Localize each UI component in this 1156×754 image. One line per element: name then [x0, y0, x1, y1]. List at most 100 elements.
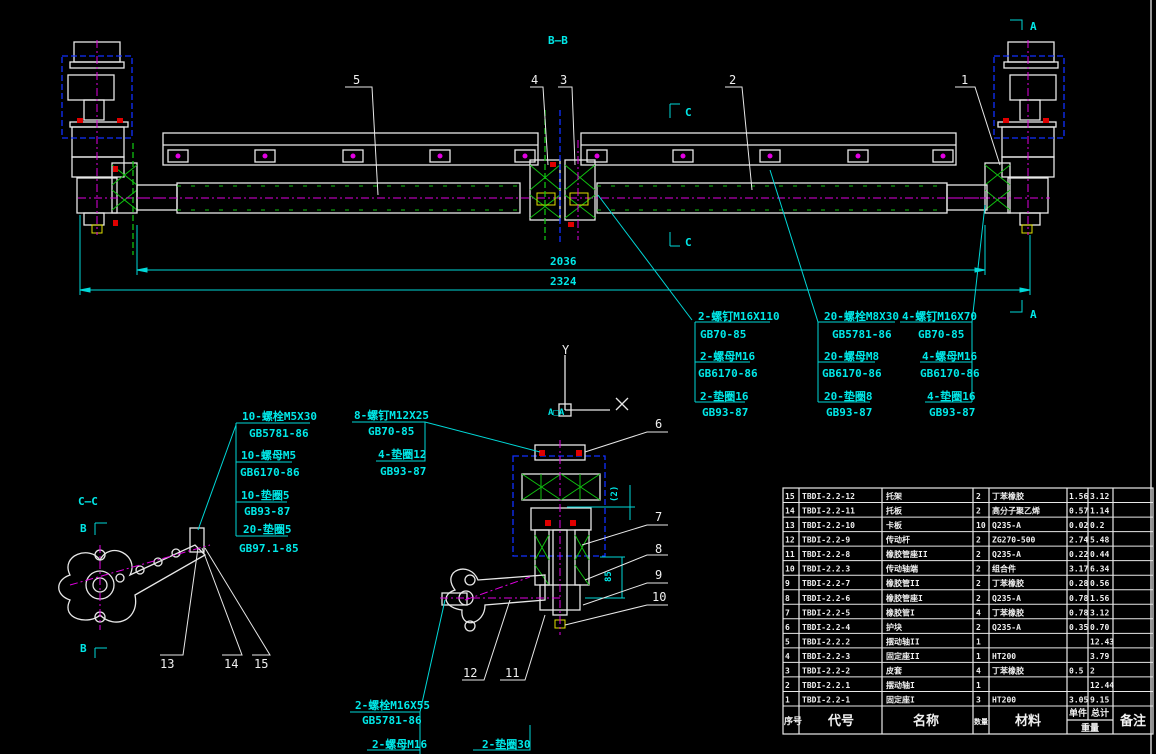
part-number-5: 5 [353, 73, 360, 87]
part-number-13: 13 [160, 657, 174, 671]
cell-material: 丁苯橡胶 [992, 607, 1024, 617]
callout-text: GB70-85 [918, 328, 964, 341]
dim-outer-label: 2324 [550, 275, 577, 288]
cell-no: 2 [785, 681, 790, 690]
callout-text: 4-螺钉M16X70 [902, 309, 977, 323]
cell-total: 0.2 [1090, 521, 1105, 530]
cell-no: 14 [785, 507, 795, 516]
table-row: 2 TBDI-2.2.1 摆动轴I 1 12.44 [783, 680, 1153, 692]
cell-unit: 3.17 [1069, 565, 1088, 574]
callout-text: GB6170-86 [698, 367, 758, 380]
ucs-y-label: Y [562, 343, 570, 357]
cell-code: TBDI-2.2-11 [802, 507, 855, 516]
section-markers [669, 19, 1023, 313]
cell-qty: 1 [976, 652, 981, 661]
ucs-icon [558, 355, 629, 417]
table-row: 14 TBDI-2.2-11 托板 2 高分子聚乙烯 0.57 1.14 [783, 506, 1153, 518]
part-number-3: 3 [560, 73, 567, 87]
part-number-14: 14 [224, 657, 238, 671]
table-row: 10 TBDI-2.2.3 传动轴端 2 组合件 3.17 6.34 [783, 564, 1153, 576]
part-number-1: 1 [961, 73, 968, 87]
cell-total: 0.56 [1090, 579, 1109, 588]
table-row: 15 TBDI-2.2-12 托架 2 丁苯橡胶 1.56 3.12 [783, 491, 1153, 504]
cell-total: 3.12 [1090, 492, 1109, 501]
cell-qty: 1 [976, 681, 981, 690]
cell-material: 组合件 [992, 564, 1016, 574]
cell-name: 卡板 [886, 520, 903, 530]
part-leaders [345, 86, 1001, 196]
part-number-10: 10 [652, 590, 666, 604]
cell-code: TBDI-2.2-6 [802, 594, 850, 603]
callout-text: GB93-87 [380, 465, 426, 478]
callout-text: GB70-85 [700, 328, 746, 341]
rail-right [580, 132, 957, 166]
cell-total: 6.34 [1090, 565, 1109, 574]
cell-qty: 1 [976, 637, 981, 646]
header-name: 名称 [913, 713, 939, 729]
callout-aa-bottom: 2-螺栓M16X55 GB5781-86 2-螺母M16 2-垫圈30 [355, 698, 531, 751]
cell-no: 9 [785, 579, 790, 588]
cell-qty: 10 [976, 521, 986, 530]
cell-code: TBDI-2.2.1 [802, 681, 850, 690]
callout-cc: 10-螺栓M5X30 GB5781-86 10-螺母M5 GB6170-86 1… [239, 409, 317, 555]
cell-name: 护块 [886, 622, 903, 632]
cell-material: HT200 [992, 696, 1016, 705]
cell-qty: 2 [976, 579, 981, 588]
cell-total: 2 [1090, 666, 1095, 675]
part-number-12: 12 [463, 666, 477, 680]
callout-text: 10-螺母M5 [241, 448, 296, 462]
cell-unit: 0.78 [1069, 594, 1088, 603]
section-aa-view: Y A□A 85 (2) 6 7 8 9 10 11 12 8-螺钉M12X25… [350, 343, 668, 754]
cell-total: 5.48 [1090, 536, 1109, 545]
cell-qty: 4 [976, 608, 981, 617]
callout-text: 2-螺栓M16X55 [355, 698, 430, 712]
part-number-9: 9 [655, 568, 662, 582]
cell-unit: 0.57 [1069, 507, 1088, 516]
cad-drawing: 2036 2324 B—B C C A A 5 4 3 2 1 2-螺钉M16X… [58, 0, 1154, 754]
callout-1: 2-螺钉M16X110 GB70-85 2-螺母M16 GB6170-86 2-… [698, 309, 780, 419]
cell-code: TBDI-2.2-10 [802, 521, 855, 530]
callout-text: GB93-87 [244, 505, 290, 518]
callout-text: 20-螺母M8 [824, 349, 879, 363]
cell-code: TBDI-2.2.2 [802, 637, 850, 646]
cell-material: Q235-A [992, 594, 1021, 603]
section-c-bottom: C [685, 236, 692, 249]
callout-text: GB93-87 [826, 406, 872, 419]
callout-text: GB6170-86 [822, 367, 882, 380]
cell-code: TBDI-2.2-4 [802, 623, 850, 632]
cell-qty: 2 [976, 565, 981, 574]
dim-inner-label: 2036 [550, 255, 577, 268]
cell-qty: 2 [976, 492, 981, 501]
left-end-assembly [61, 40, 170, 255]
cell-material: Q235-A [992, 623, 1021, 632]
section-bb-label: B—B [548, 34, 568, 47]
dim-small-label: (2) [610, 486, 620, 502]
aa-part-leaders [462, 431, 668, 681]
cell-name: 托架 [886, 491, 902, 501]
cell-code: TBDI-2.2-1 [802, 696, 850, 705]
callout-text: GB5781-86 [832, 328, 892, 341]
part-number-2: 2 [729, 73, 736, 87]
lever-arm [58, 544, 207, 623]
part-number-15: 15 [254, 657, 268, 671]
table-row: 3 TBDI-2.2-2 皮套 4 丁苯橡胶 0.5 2 [783, 665, 1153, 678]
cell-unit: 0.78 [1069, 608, 1088, 617]
cell-unit: 0.02 [1069, 521, 1088, 530]
callout-text: 20-垫圈8 [824, 389, 873, 403]
callout-text: GB93-87 [702, 406, 748, 419]
cell-unit: 0.35 [1069, 623, 1088, 632]
cell-no: 7 [785, 608, 790, 617]
cell-qty: 2 [976, 536, 981, 545]
callout-text: 20-螺栓M8X30 [824, 309, 899, 323]
part-number-7: 7 [655, 510, 662, 524]
section-cc-view: C—C B B 13 14 15 10-螺栓M5X30 GB5781-86 10… [58, 409, 317, 671]
section-b-top: B [80, 522, 87, 535]
cell-name: 托板 [886, 506, 903, 516]
table-row: 13 TBDI-2.2-10 卡板 10 Q235-A 0.02 0.2 [783, 520, 1153, 533]
callout-text: 20-垫圈5 [243, 522, 292, 536]
cell-material: 丁苯橡胶 [992, 665, 1024, 675]
callout-text: GB93-87 [929, 406, 975, 419]
cell-code: TBDI-2.2-8 [802, 550, 850, 559]
callout-text: GB70-85 [368, 425, 414, 438]
cell-qty: 2 [976, 623, 981, 632]
